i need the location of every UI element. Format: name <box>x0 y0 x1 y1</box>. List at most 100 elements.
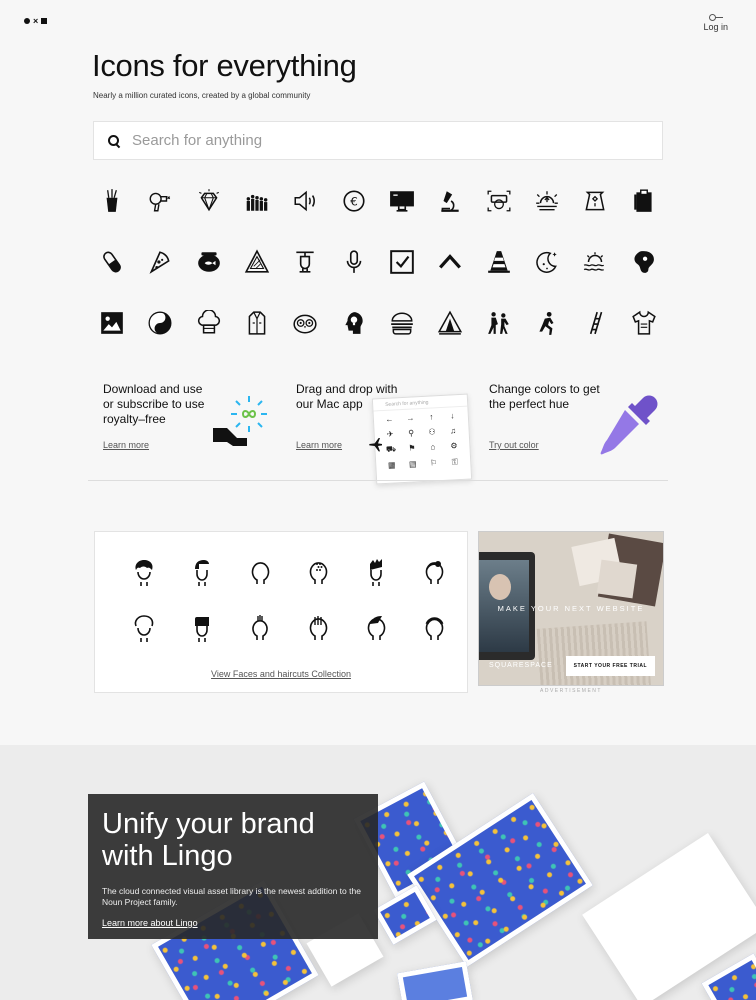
feature-download-link[interactable]: Learn more <box>103 440 149 450</box>
euro-coin-icon[interactable]: € <box>330 170 378 231</box>
svg-text:€: € <box>350 194 358 208</box>
royalty-free-hand-icon <box>213 396 267 446</box>
mac-app-icon-grid: ← → ↑ ↓ ✈ ⚲ ⚇ ♫ ⛟ ⚑ ⌂ ⚙ ▦ ▤ ⚐ ⚿ <box>373 407 470 476</box>
car-icon: ⚇ <box>428 427 436 437</box>
list-icon: ▤ <box>408 459 417 469</box>
search-icon <box>108 134 120 147</box>
face-curly-outline-icon[interactable] <box>115 614 173 670</box>
pizza-icon[interactable] <box>136 231 184 292</box>
page-subtitle: Nearly a million curated icons, created … <box>93 91 311 100</box>
ad-cta-button[interactable]: START YOUR FREE TRIAL <box>565 656 655 676</box>
arrow-down-icon: ↓ <box>450 411 455 421</box>
warning-sign-icon[interactable] <box>233 231 281 292</box>
gear-icon: ⚙ <box>450 441 458 451</box>
lingo-learn-more-link[interactable]: Learn more about Lingo <box>102 918 198 928</box>
arrow-up-icon: ↑ <box>429 412 434 422</box>
t-shirt-icon[interactable] <box>620 292 668 353</box>
flag-icon: ⚑ <box>408 443 416 453</box>
speaker-icon[interactable] <box>281 170 329 231</box>
search-input[interactable] <box>132 132 632 149</box>
coat-icon[interactable] <box>233 292 281 353</box>
truck-icon: ⛟ <box>385 444 397 454</box>
sunrise-icon[interactable] <box>523 170 571 231</box>
plane-icon <box>369 438 382 452</box>
helicopter-icon[interactable] <box>281 231 329 292</box>
diamond-icon[interactable] <box>185 170 233 231</box>
logo-dot <box>24 18 30 24</box>
face-curly-icon[interactable] <box>115 558 173 614</box>
chef-hat-icon[interactable] <box>185 292 233 353</box>
pill-icon[interactable] <box>88 231 136 292</box>
head-idea-icon[interactable] <box>330 292 378 353</box>
feature-mac-app-link[interactable]: Learn more <box>296 440 342 450</box>
arrow-left-icon: ← <box>385 414 394 424</box>
feature-download-text: Download and use or subscribe to use roy… <box>103 382 205 426</box>
lingo-card: Unify your brand with Lingo The cloud co… <box>88 794 378 939</box>
ad-tagline: MAKE YOUR NEXT WEBSITE <box>497 604 645 613</box>
owl-icon[interactable] <box>281 292 329 353</box>
tent-icon[interactable] <box>426 292 474 353</box>
feature-color: Change colors to get the perfect hue Try… <box>489 382 679 478</box>
search-bar[interactable] <box>93 121 663 160</box>
eyedropper-icon <box>600 395 658 455</box>
ad-brand: SQUARESPACE <box>489 662 553 669</box>
ad-paper-2 <box>596 559 638 599</box>
moon-stars-icon[interactable] <box>523 231 571 292</box>
running-man-icon[interactable] <box>523 292 571 353</box>
ad-label: ADVERTISEMENT <box>540 688 602 694</box>
checkbox-icon[interactable] <box>378 231 426 292</box>
key-icon: ⚿ <box>451 457 459 467</box>
vr-headset-icon[interactable] <box>475 170 523 231</box>
lingo-title-line1: Unify your brand <box>102 808 315 840</box>
lingo-title-line2: with Lingo <box>102 840 233 872</box>
login-label: Log in <box>703 22 728 32</box>
faces-grid <box>115 558 463 670</box>
image-icon[interactable] <box>88 292 136 353</box>
logo-square <box>41 18 48 24</box>
flag-outline-icon: ⚐ <box>429 458 438 468</box>
face-quiff-icon[interactable] <box>173 558 231 614</box>
microscope-icon[interactable] <box>426 170 474 231</box>
monitor-icon[interactable] <box>378 170 426 231</box>
sack-icon[interactable] <box>571 170 619 231</box>
face-dotted-icon[interactable] <box>289 558 347 614</box>
face-fringe-icon[interactable] <box>347 614 405 670</box>
ladder-icon[interactable] <box>571 292 619 353</box>
feature-download: Download and use or subscribe to use roy… <box>103 382 293 478</box>
face-flat-icon[interactable] <box>173 614 231 670</box>
login-button[interactable]: Log in <box>703 14 728 32</box>
view-collection-link[interactable]: View Faces and haircuts Collection <box>95 669 467 679</box>
microphone-icon[interactable] <box>330 231 378 292</box>
face-bun-icon[interactable] <box>405 558 463 614</box>
mac-app-window: Search for anything ← → ↑ ↓ ✈ ⚲ ⚇ ♫ ⛟ ⚑ … <box>371 393 473 485</box>
face-mohawk-icon[interactable] <box>231 614 289 670</box>
folder-tile <box>397 961 473 1000</box>
bike-icon: ⚲ <box>408 428 415 438</box>
face-striped-icon[interactable] <box>289 614 347 670</box>
traffic-cone-icon[interactable] <box>475 231 523 292</box>
caret-up-icon[interactable] <box>426 231 474 292</box>
featured-icons-grid: € <box>88 170 668 353</box>
noodle-box-icon[interactable] <box>88 170 136 231</box>
fishbowl-icon[interactable] <box>185 231 233 292</box>
sunset-waves-icon[interactable] <box>571 231 619 292</box>
face-spiky-icon[interactable] <box>347 558 405 614</box>
hair-dryer-icon[interactable] <box>136 170 184 231</box>
face-bald-icon[interactable] <box>231 558 289 614</box>
burger-icon[interactable] <box>378 292 426 353</box>
dancing-couple-icon[interactable] <box>475 292 523 353</box>
lingo-section: Unify your brand with Lingo The cloud co… <box>0 745 756 1000</box>
section-divider <box>88 480 668 481</box>
steak-icon[interactable] <box>620 231 668 292</box>
crowd-icon[interactable] <box>233 170 281 231</box>
logo[interactable]: × <box>24 17 48 26</box>
feature-color-link[interactable]: Try out color <box>489 440 539 450</box>
key-icon <box>708 14 723 21</box>
advertisement-banner[interactable]: MAKE YOUR NEXT WEBSITE SQUARESPACE START… <box>478 531 664 686</box>
clipboard-icon[interactable] <box>620 170 668 231</box>
feature-color-text: Change colors to get the perfect hue <box>489 382 600 411</box>
face-cap-icon[interactable] <box>405 614 463 670</box>
page-title: Icons for everything <box>92 48 357 83</box>
arrow-right-icon: → <box>406 413 415 423</box>
yin-yang-icon[interactable] <box>136 292 184 353</box>
